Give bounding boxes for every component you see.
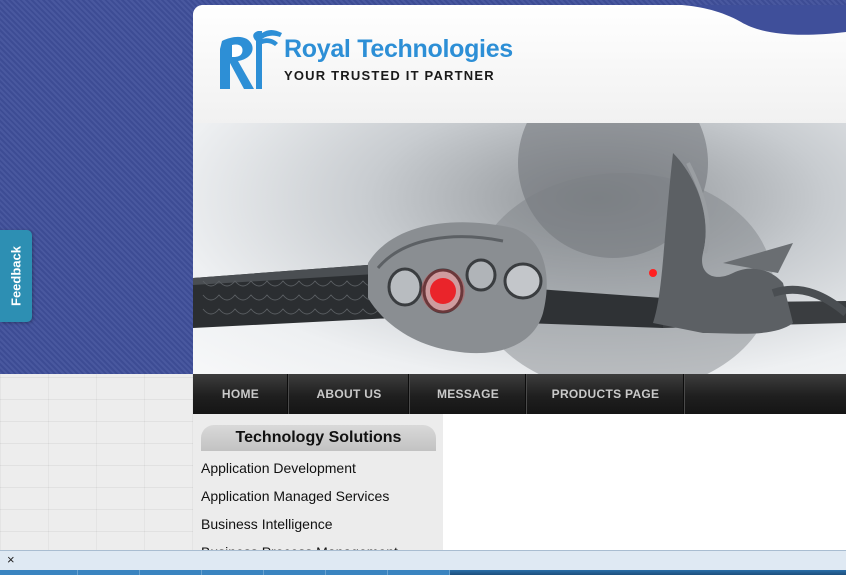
sidebar-item-application-managed-services[interactable]: Application Managed Services bbox=[201, 486, 398, 514]
feedback-label: Feedback bbox=[8, 246, 24, 306]
hero-image bbox=[193, 123, 846, 374]
sidebar-item-business-intelligence[interactable]: Business Intelligence bbox=[201, 514, 398, 542]
taskbar bbox=[0, 570, 846, 575]
hero-banner bbox=[193, 123, 846, 374]
page-container: Royal Technologies YOUR TRUSTED IT PARTN… bbox=[193, 5, 846, 550]
sidebar-list: Application Development Application Mana… bbox=[201, 458, 398, 550]
brand-name: Royal Technologies bbox=[284, 35, 513, 63]
sidebar: Technology Solutions Application Develop… bbox=[193, 414, 443, 550]
site-header: Royal Technologies YOUR TRUSTED IT PARTN… bbox=[193, 5, 846, 123]
brand-tagline: YOUR TRUSTED IT PARTNER bbox=[284, 68, 495, 83]
sidebar-item-business-process-management[interactable]: Business Process Management bbox=[201, 542, 398, 550]
header-curve-decoration bbox=[681, 5, 846, 35]
taskbar-button[interactable] bbox=[202, 570, 264, 575]
taskbar-button[interactable] bbox=[0, 570, 78, 575]
taskbar-button[interactable] bbox=[326, 570, 388, 575]
nav-home[interactable]: HOME bbox=[193, 374, 289, 414]
logo-text: Royal Technologies YOUR TRUSTED IT PARTN… bbox=[284, 35, 513, 85]
nav-products-page[interactable]: PRODUCTS PAGE bbox=[527, 374, 685, 414]
taskbar-button[interactable] bbox=[264, 570, 326, 575]
main-navigation: HOME ABOUT US MESSAGE PRODUCTS PAGE bbox=[193, 374, 846, 414]
taskbar-button[interactable] bbox=[78, 570, 140, 575]
logo-rt-icon bbox=[220, 30, 282, 89]
taskbar-button[interactable] bbox=[388, 570, 450, 575]
notification-bar: × bbox=[0, 550, 846, 570]
site-logo[interactable]: Royal Technologies YOUR TRUSTED IT PARTN… bbox=[218, 27, 513, 93]
feedback-tab[interactable]: Feedback bbox=[0, 230, 32, 322]
nav-message[interactable]: MESSAGE bbox=[410, 374, 527, 414]
sidebar-item-application-development[interactable]: Application Development bbox=[201, 458, 398, 486]
sidebar-title: Technology Solutions bbox=[201, 425, 436, 451]
close-icon[interactable]: × bbox=[7, 552, 15, 567]
taskbar-button[interactable] bbox=[140, 570, 202, 575]
nav-about-us[interactable]: ABOUT US bbox=[289, 374, 410, 414]
